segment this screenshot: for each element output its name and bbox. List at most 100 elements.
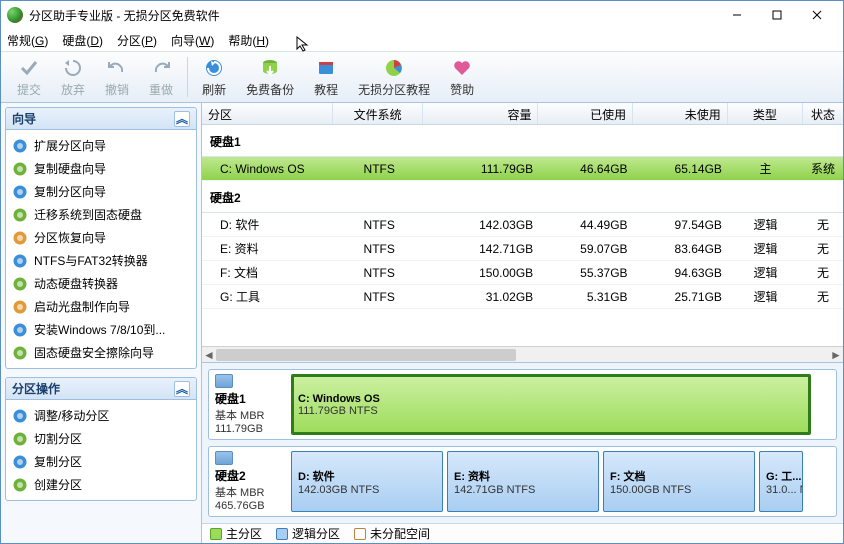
wizard-icon (12, 138, 28, 154)
wizard-icon (12, 207, 28, 223)
chevron-up-icon: ︽ (174, 381, 190, 397)
col-status[interactable]: 状态 (803, 103, 843, 124)
donate-button[interactable]: 赞助 (440, 53, 484, 101)
commit-button[interactable]: 提交 (7, 53, 51, 101)
close-button[interactable] (797, 3, 837, 27)
pie-icon (383, 57, 405, 79)
wizard-item[interactable]: 迁移系统到固态硬盘 (8, 203, 194, 226)
ops-item[interactable]: 复制分区 (8, 450, 194, 473)
redo-icon (150, 57, 172, 79)
disk-header: 硬盘1 (202, 125, 843, 157)
check-icon (18, 57, 40, 79)
menu-disk[interactable]: 硬盘(D) (62, 32, 103, 49)
wizard-item[interactable]: 分区恢复向导 (8, 226, 194, 249)
wizard-icon (12, 230, 28, 246)
menu-wizard[interactable]: 向导(W) (171, 32, 214, 49)
logical-swatch (276, 528, 288, 540)
toolbar: 提交 放弃 撤销 重做 刷新 免费备份 教程 无损分区教程 赞助 (1, 51, 843, 103)
wizard-panel-header[interactable]: 向导︽ (6, 108, 196, 130)
lossless-button[interactable]: 无损分区教程 (348, 53, 440, 101)
col-partition[interactable]: 分区 (202, 103, 333, 124)
menu-partition[interactable]: 分区(P) (117, 32, 157, 49)
primary-swatch (210, 528, 222, 540)
window-title: 分区助手专业版 - 无损分区免费软件 (29, 7, 717, 24)
titlebar: 分区助手专业版 - 无损分区免费软件 (1, 1, 843, 29)
table-row[interactable]: F: 文档NTFS150.00GB55.37GB94.63GB逻辑无 (202, 261, 843, 285)
menu-help[interactable]: 帮助(H) (228, 32, 269, 49)
col-capacity[interactable]: 容量 (423, 103, 539, 124)
undo-button[interactable]: 撤销 (95, 53, 139, 101)
partition-box[interactable]: E: 资料142.71GB NTFS (447, 451, 599, 512)
ops-item[interactable]: 切割分区 (8, 427, 194, 450)
app-icon (7, 7, 23, 23)
wizard-item[interactable]: 动态硬盘转换器 (8, 272, 194, 295)
col-used[interactable]: 已使用 (538, 103, 633, 124)
wizard-panel: 向导︽ 扩展分区向导复制硬盘向导复制分区向导迁移系统到固态硬盘分区恢复向导NTF… (5, 107, 197, 369)
ops-icon (12, 454, 28, 470)
unalloc-swatch (354, 528, 366, 540)
refresh-icon (203, 57, 225, 79)
ops-item[interactable]: 创建分区 (8, 473, 194, 496)
table-row[interactable]: C: Windows OSNTFS111.79GB46.64GB65.14GB主… (202, 157, 843, 181)
refresh-button[interactable]: 刷新 (192, 53, 236, 101)
wizard-icon (12, 253, 28, 269)
partition-box[interactable]: C: Windows OS111.79GB NTFS (291, 374, 811, 435)
ops-panel: 分区操作︽ 调整/移动分区切割分区复制分区创建分区 (5, 377, 197, 501)
wizard-item[interactable]: 复制分区向导 (8, 180, 194, 203)
partition-box[interactable]: D: 软件142.03GB NTFS (291, 451, 443, 512)
wizard-icon (12, 276, 28, 292)
wizard-item[interactable]: 启动光盘制作向导 (8, 295, 194, 318)
wizard-item[interactable]: 安装Windows 7/8/10到... (8, 318, 194, 341)
backup-icon (259, 57, 281, 79)
discard-icon (62, 57, 84, 79)
ops-panel-header[interactable]: 分区操作︽ (6, 378, 196, 400)
disk-icon (215, 374, 233, 388)
tutorial-button[interactable]: 教程 (304, 53, 348, 101)
wizard-icon (12, 322, 28, 338)
wizard-item[interactable]: 复制硬盘向导 (8, 157, 194, 180)
chevron-up-icon: ︽ (174, 111, 190, 127)
menu-general[interactable]: 常规(G) (7, 32, 48, 49)
col-free[interactable]: 未使用 (633, 103, 728, 124)
disk-info: 硬盘2基本 MBR465.76GB (213, 451, 285, 512)
book-icon (315, 57, 337, 79)
wizard-icon (12, 161, 28, 177)
diskmap-row: 硬盘2基本 MBR465.76GBD: 软件142.03GB NTFSE: 资料… (208, 446, 837, 517)
ops-item[interactable]: 调整/移动分区 (8, 404, 194, 427)
maximize-button[interactable] (757, 3, 797, 27)
partition-box[interactable]: G: 工...31.0... NTFS (759, 451, 803, 512)
backup-button[interactable]: 免费备份 (236, 53, 304, 101)
heart-icon (451, 57, 473, 79)
horizontal-scrollbar[interactable]: ◄► (202, 346, 843, 362)
wizard-item[interactable]: NTFS与FAT32转换器 (8, 249, 194, 272)
ops-icon (12, 408, 28, 424)
table-row[interactable]: E: 资料NTFS142.71GB59.07GB83.64GB逻辑无 (202, 237, 843, 261)
minimize-button[interactable] (717, 3, 757, 27)
table-row[interactable]: D: 软件NTFS142.03GB44.49GB97.54GB逻辑无 (202, 213, 843, 237)
wizard-icon (12, 184, 28, 200)
disk-icon (215, 451, 233, 465)
grid-header: 分区 文件系统 容量 已使用 未使用 类型 状态 (202, 103, 843, 125)
menubar: 常规(G) 硬盘(D) 分区(P) 向导(W) 帮助(H) (1, 29, 843, 51)
diskmap-row: 硬盘1基本 MBR111.79GBC: Windows OS111.79GB N… (208, 369, 837, 440)
ops-icon (12, 477, 28, 493)
wizard-item[interactable]: 固态硬盘安全擦除向导 (8, 341, 194, 364)
disk-map: 硬盘1基本 MBR111.79GBC: Windows OS111.79GB N… (202, 362, 843, 523)
undo-icon (106, 57, 128, 79)
ops-icon (12, 431, 28, 447)
partition-grid[interactable]: 硬盘1C: Windows OSNTFS111.79GB46.64GB65.14… (202, 125, 843, 346)
discard-button[interactable]: 放弃 (51, 53, 95, 101)
disk-info: 硬盘1基本 MBR111.79GB (213, 374, 285, 435)
partition-box[interactable]: F: 文档150.00GB NTFS (603, 451, 755, 512)
wizard-icon (12, 299, 28, 315)
col-type[interactable]: 类型 (728, 103, 803, 124)
col-fs[interactable]: 文件系统 (333, 103, 422, 124)
wizard-icon (12, 345, 28, 361)
right-pane: 分区 文件系统 容量 已使用 未使用 类型 状态 硬盘1C: Windows O… (202, 103, 843, 543)
table-row[interactable]: G: 工具NTFS31.02GB5.31GB25.71GB逻辑无 (202, 285, 843, 309)
wizard-item[interactable]: 扩展分区向导 (8, 134, 194, 157)
disk-header: 硬盘2 (202, 181, 843, 213)
left-sidebar: 向导︽ 扩展分区向导复制硬盘向导复制分区向导迁移系统到固态硬盘分区恢复向导NTF… (1, 103, 202, 543)
redo-button[interactable]: 重做 (139, 53, 183, 101)
legend: 主分区 逻辑分区 未分配空间 (202, 523, 843, 543)
